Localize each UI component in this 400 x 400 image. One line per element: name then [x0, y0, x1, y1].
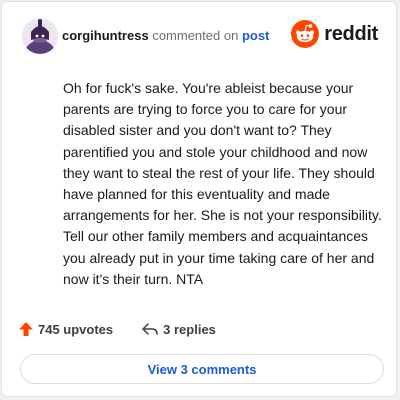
replies-button[interactable]: 3 replies: [141, 321, 216, 337]
reddit-logo-icon: [291, 20, 320, 48]
username-link[interactable]: corgihuntress: [62, 28, 149, 43]
reply-arrow-icon: [142, 323, 158, 335]
user-avatar[interactable]: [22, 18, 58, 54]
comment-actions: 745 upvotes 3 replies: [18, 318, 216, 340]
comment-meta: corgihuntress commented on post: [62, 28, 269, 43]
reddit-wordmark: reddit: [324, 22, 378, 45]
post-link[interactable]: post: [242, 28, 269, 43]
replies-count: 3 replies: [163, 321, 216, 337]
snoo-avatar-icon: [22, 18, 58, 54]
comment-card: corgihuntress commented on post reddit O…: [1, 1, 397, 397]
comment-header: corgihuntress commented on post reddit: [2, 2, 396, 64]
upvote-button[interactable]: 745 upvotes: [18, 321, 113, 337]
upvote-arrow-icon: [19, 322, 33, 336]
view-comments-button[interactable]: View 3 comments: [20, 354, 384, 384]
reddit-logo[interactable]: reddit: [291, 20, 378, 48]
action-text: commented on: [152, 28, 239, 43]
comment-body: Oh for fuck's sake. You're ableist becau…: [63, 80, 382, 287]
upvote-count: 745 upvotes: [38, 321, 114, 337]
